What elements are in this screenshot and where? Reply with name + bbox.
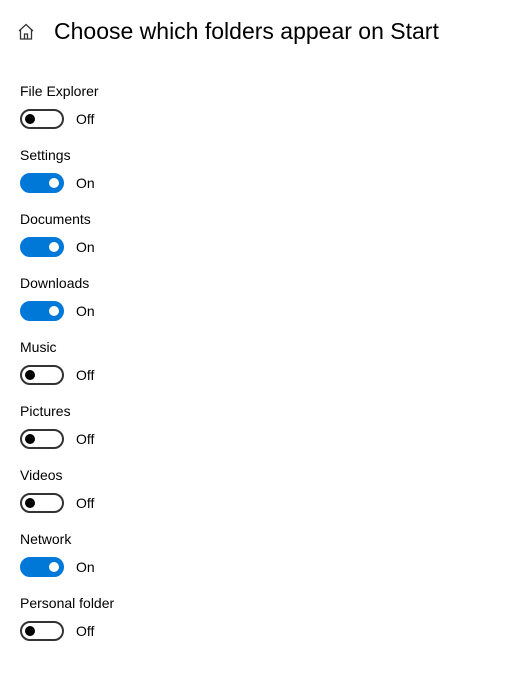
toggle-row: Off: [20, 109, 507, 129]
toggle-state-label: Off: [76, 431, 94, 447]
toggle-settings[interactable]: [20, 173, 64, 193]
toggle-row: On: [20, 237, 507, 257]
toggle-row: Off: [20, 429, 507, 449]
setting-settings: Settings On: [20, 147, 507, 193]
toggle-row: Off: [20, 365, 507, 385]
toggle-state-label: Off: [76, 367, 94, 383]
toggle-videos[interactable]: [20, 493, 64, 513]
toggle-personal-folder[interactable]: [20, 621, 64, 641]
header: Choose which folders appear on Start: [0, 0, 527, 55]
toggle-row: On: [20, 557, 507, 577]
toggle-row: On: [20, 173, 507, 193]
toggle-downloads[interactable]: [20, 301, 64, 321]
toggle-row: On: [20, 301, 507, 321]
setting-file-explorer: File Explorer Off: [20, 83, 507, 129]
setting-downloads: Downloads On: [20, 275, 507, 321]
toggle-documents[interactable]: [20, 237, 64, 257]
toggle-row: Off: [20, 621, 507, 641]
setting-music: Music Off: [20, 339, 507, 385]
setting-label: Pictures: [20, 403, 507, 419]
setting-label: File Explorer: [20, 83, 507, 99]
setting-label: Settings: [20, 147, 507, 163]
toggle-network[interactable]: [20, 557, 64, 577]
toggle-state-label: Off: [76, 623, 94, 639]
setting-label: Network: [20, 531, 507, 547]
page-title: Choose which folders appear on Start: [54, 18, 439, 45]
setting-pictures: Pictures Off: [20, 403, 507, 449]
setting-label: Downloads: [20, 275, 507, 291]
toggle-state-label: Off: [76, 495, 94, 511]
toggle-file-explorer[interactable]: [20, 109, 64, 129]
toggle-music[interactable]: [20, 365, 64, 385]
setting-personal-folder: Personal folder Off: [20, 595, 507, 641]
toggle-state-label: On: [76, 239, 95, 255]
toggle-pictures[interactable]: [20, 429, 64, 449]
toggle-state-label: On: [76, 175, 95, 191]
setting-label: Personal folder: [20, 595, 507, 611]
toggle-row: Off: [20, 493, 507, 513]
toggle-state-label: On: [76, 559, 95, 575]
home-icon[interactable]: [16, 22, 36, 42]
setting-label: Videos: [20, 467, 507, 483]
setting-label: Music: [20, 339, 507, 355]
setting-label: Documents: [20, 211, 507, 227]
setting-network: Network On: [20, 531, 507, 577]
setting-documents: Documents On: [20, 211, 507, 257]
toggle-state-label: Off: [76, 111, 94, 127]
settings-list: File Explorer Off Settings On Documents …: [0, 55, 527, 661]
setting-videos: Videos Off: [20, 467, 507, 513]
toggle-state-label: On: [76, 303, 95, 319]
